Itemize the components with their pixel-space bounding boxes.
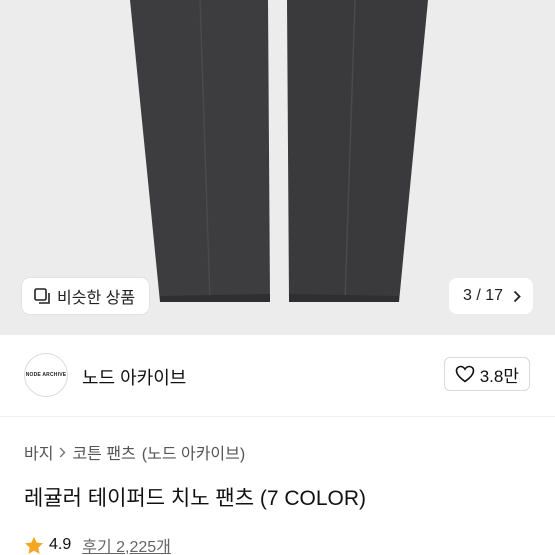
similar-products-button[interactable]: 비슷한 상품 <box>22 278 150 314</box>
product-title: 레귤러 테이퍼드 치노 팬츠 (7 COLOR) <box>24 487 367 510</box>
rating-summary: 4.9 후기 2,225개 <box>24 533 171 555</box>
brand-like-button[interactable]: 3.8만 <box>443 357 530 391</box>
brand-row: NODE ARCHIVE 노드 아카이브 3.8만 <box>0 335 555 417</box>
chevron-right-icon <box>513 290 521 302</box>
similar-products-label: 비슷한 상품 <box>57 290 136 307</box>
breadcrumb: 바지 코튼 팬츠 (노드 아카이브) <box>24 440 245 464</box>
brand-logo[interactable]: NODE ARCHIVE <box>24 353 68 397</box>
star-icon <box>25 536 43 554</box>
review-count-link[interactable]: 후기 2,225개 <box>82 533 171 555</box>
rating-score: 4.9 <box>49 536 72 553</box>
heart-icon <box>455 365 475 383</box>
breadcrumb-item-cotton-pants[interactable]: 코튼 팬츠 <box>72 440 135 464</box>
like-count: 3.8만 <box>479 366 519 386</box>
breadcrumb-item-pants[interactable]: 바지 <box>24 440 53 464</box>
product-image-gallery[interactable]: 비슷한 상품 3 / 17 <box>0 0 555 335</box>
image-counter: 3 / 17 <box>462 287 503 304</box>
image-counter-button[interactable]: 3 / 17 <box>448 278 533 314</box>
similar-icon <box>34 288 50 304</box>
chevron-right-icon <box>60 447 66 457</box>
brand-logo-text: NODE ARCHIVE <box>25 372 67 378</box>
breadcrumb-item-brand[interactable]: (노드 아카이브) <box>142 440 245 464</box>
brand-name[interactable]: 노드 아카이브 <box>82 364 186 390</box>
